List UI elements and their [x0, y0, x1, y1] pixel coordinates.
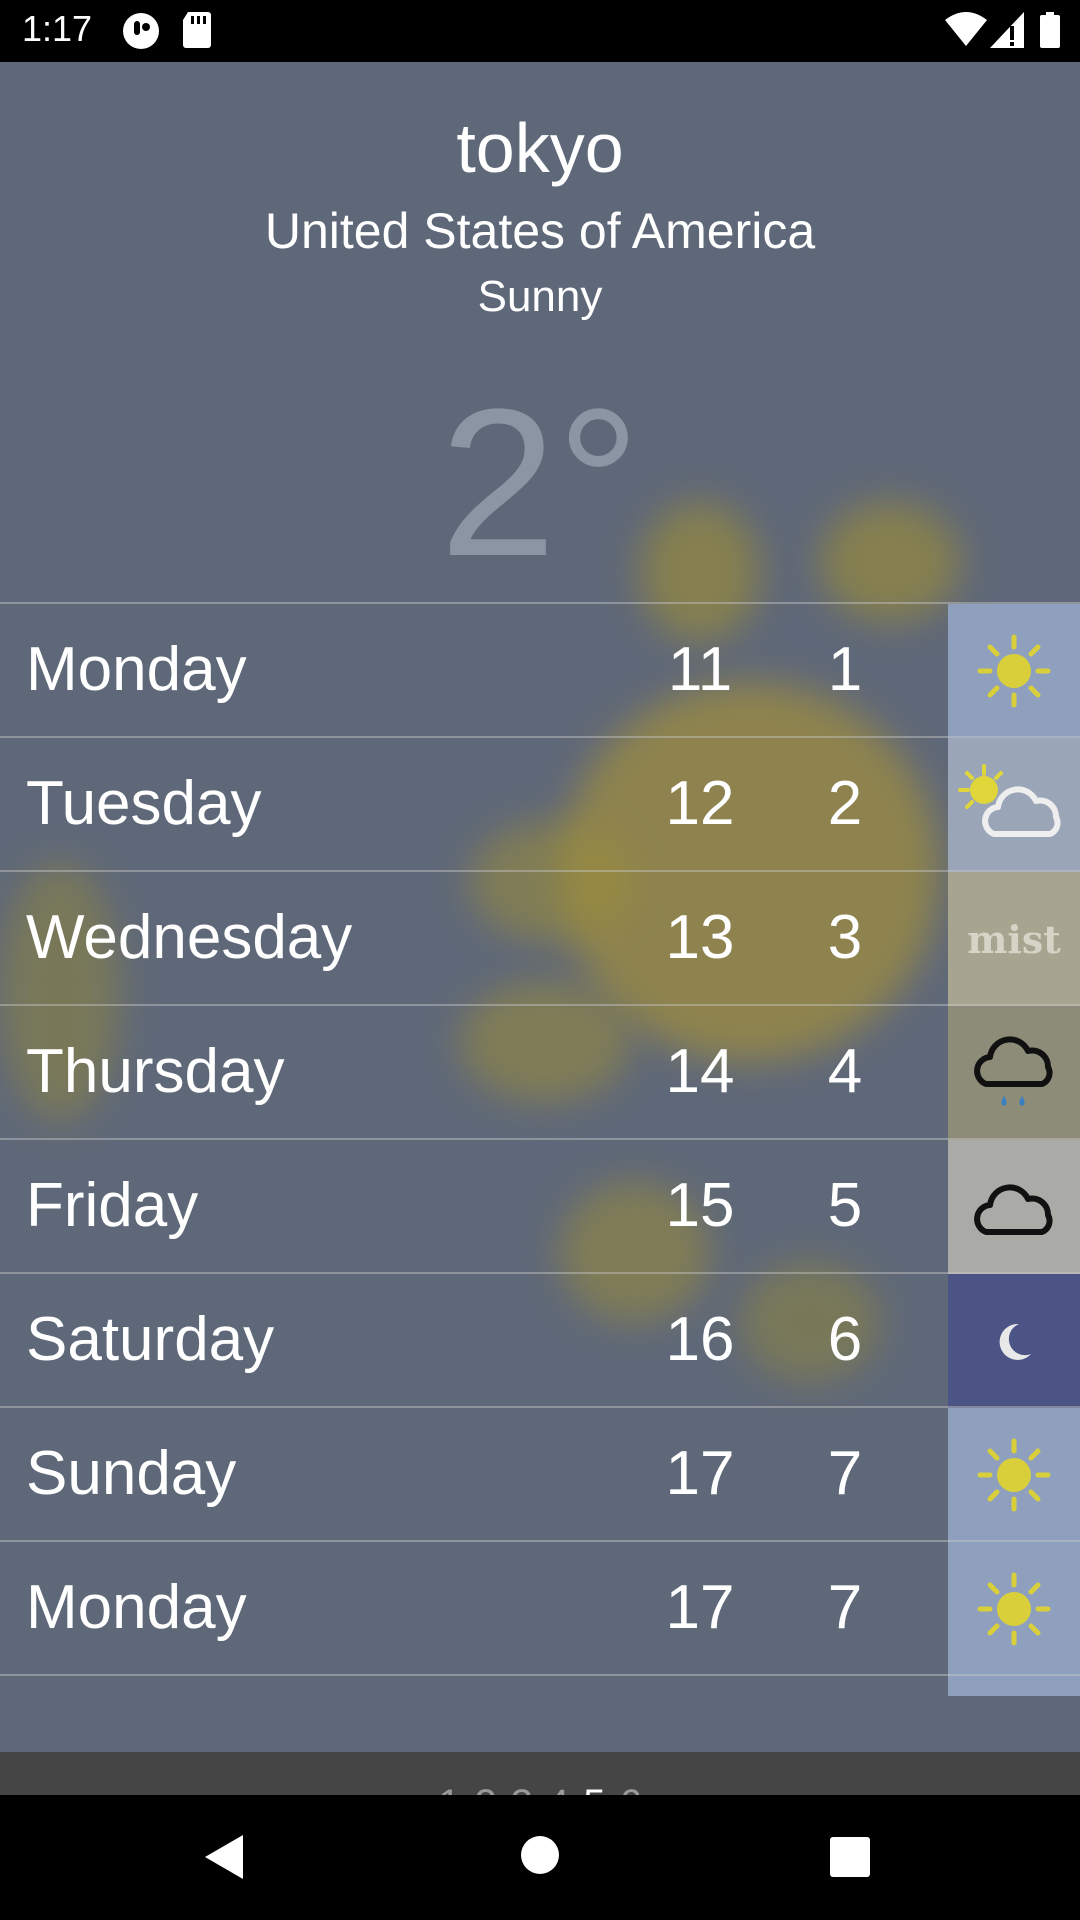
forecast-row[interactable]: Wednesday 13 3 mist — [0, 870, 1080, 1006]
moon-icon — [948, 1274, 1080, 1408]
forecast-row[interactable]: Tuesday 12 2 — [0, 736, 1080, 872]
forecast-high: 13 — [665, 903, 735, 972]
rain-cloud-icon — [948, 1006, 1080, 1140]
forecast-low: 3 — [827, 903, 863, 972]
battery-icon — [1040, 12, 1060, 53]
forecast-high: 17 — [665, 1439, 735, 1508]
page-indicator-1[interactable]: 1 — [438, 1782, 460, 1795]
forecast-day: Saturday — [26, 1305, 275, 1374]
sd-card-icon — [182, 12, 212, 53]
forecast-day: Sunday — [26, 1439, 237, 1508]
forecast-low: 4 — [827, 1037, 863, 1106]
sun-icon — [948, 604, 1080, 738]
status-time: 1:17 — [22, 8, 93, 49]
forecast-day: Monday — [26, 1573, 247, 1642]
forecast-day: Wednesday — [26, 903, 353, 972]
forecast-day: Friday — [26, 1171, 199, 1240]
forecast-high: 17 — [665, 1573, 735, 1642]
forecast-row[interactable]: Monday 17 7 — [0, 1540, 1080, 1676]
partly-cloudy-icon — [948, 738, 1080, 872]
wifi-icon — [945, 12, 987, 53]
forecast-low: 5 — [827, 1171, 863, 1240]
mist-icon: mist — [948, 872, 1080, 1006]
weather-condition: Sunny — [477, 272, 603, 321]
home-icon[interactable] — [520, 1835, 560, 1880]
forecast-row[interactable]: Sunday 17 7 — [0, 1406, 1080, 1542]
forecast-high: 14 — [665, 1037, 735, 1106]
back-icon[interactable] — [205, 1835, 245, 1884]
forecast-high: 16 — [665, 1305, 735, 1374]
current-temperature: 2° — [439, 365, 641, 600]
navigation-bar — [0, 1795, 1080, 1920]
page-indicator[interactable]: 1 2 3 4 5 6 — [0, 1752, 1080, 1795]
page-indicator-2[interactable]: 2 — [475, 1782, 497, 1795]
forecast-day: Monday — [26, 635, 247, 704]
page-indicator-6[interactable]: 6 — [620, 1782, 642, 1795]
page-indicator-5[interactable]: 5 — [583, 1782, 605, 1795]
sun-icon — [948, 1408, 1080, 1542]
forecast-day: Tuesday — [26, 769, 262, 838]
forecast-low: 7 — [827, 1439, 863, 1508]
country-name: United States of America — [264, 203, 816, 259]
forecast-high: 11 — [667, 635, 733, 704]
status-bar: 1:17 — [0, 0, 1080, 62]
signal-icon — [990, 12, 1024, 53]
forecast-row[interactable]: Saturday 16 6 — [0, 1272, 1080, 1408]
notification-icon — [122, 12, 160, 55]
forecast-high: 15 — [665, 1171, 735, 1240]
cloud-icon — [948, 1140, 1080, 1274]
sun-icon-partial — [948, 1676, 1080, 1696]
page-indicator-3[interactable]: 3 — [511, 1782, 533, 1795]
sun-icon — [948, 1542, 1080, 1676]
forecast-row[interactable]: Friday 15 5 — [0, 1138, 1080, 1274]
forecast-row-partial — [0, 1674, 1080, 1696]
recents-icon[interactable] — [830, 1837, 870, 1882]
current-weather-header: tokyo United States of America Sunny 2° — [0, 62, 1080, 602]
forecast-low: 6 — [827, 1305, 863, 1374]
mist-label: mist — [967, 916, 1061, 962]
forecast-row[interactable]: Thursday 14 4 — [0, 1004, 1080, 1140]
forecast-row[interactable]: Monday 11 1 — [0, 602, 1080, 738]
forecast-low: 2 — [827, 769, 863, 838]
forecast-day: Thursday — [26, 1037, 285, 1106]
weather-screen: tokyo United States of America Sunny 2° … — [0, 62, 1080, 1795]
page-indicator-4[interactable]: 4 — [547, 1782, 569, 1795]
forecast-low: 7 — [827, 1573, 863, 1642]
city-name: tokyo — [456, 109, 624, 187]
forecast-high: 12 — [665, 769, 735, 838]
forecast-low: 1 — [827, 635, 863, 704]
